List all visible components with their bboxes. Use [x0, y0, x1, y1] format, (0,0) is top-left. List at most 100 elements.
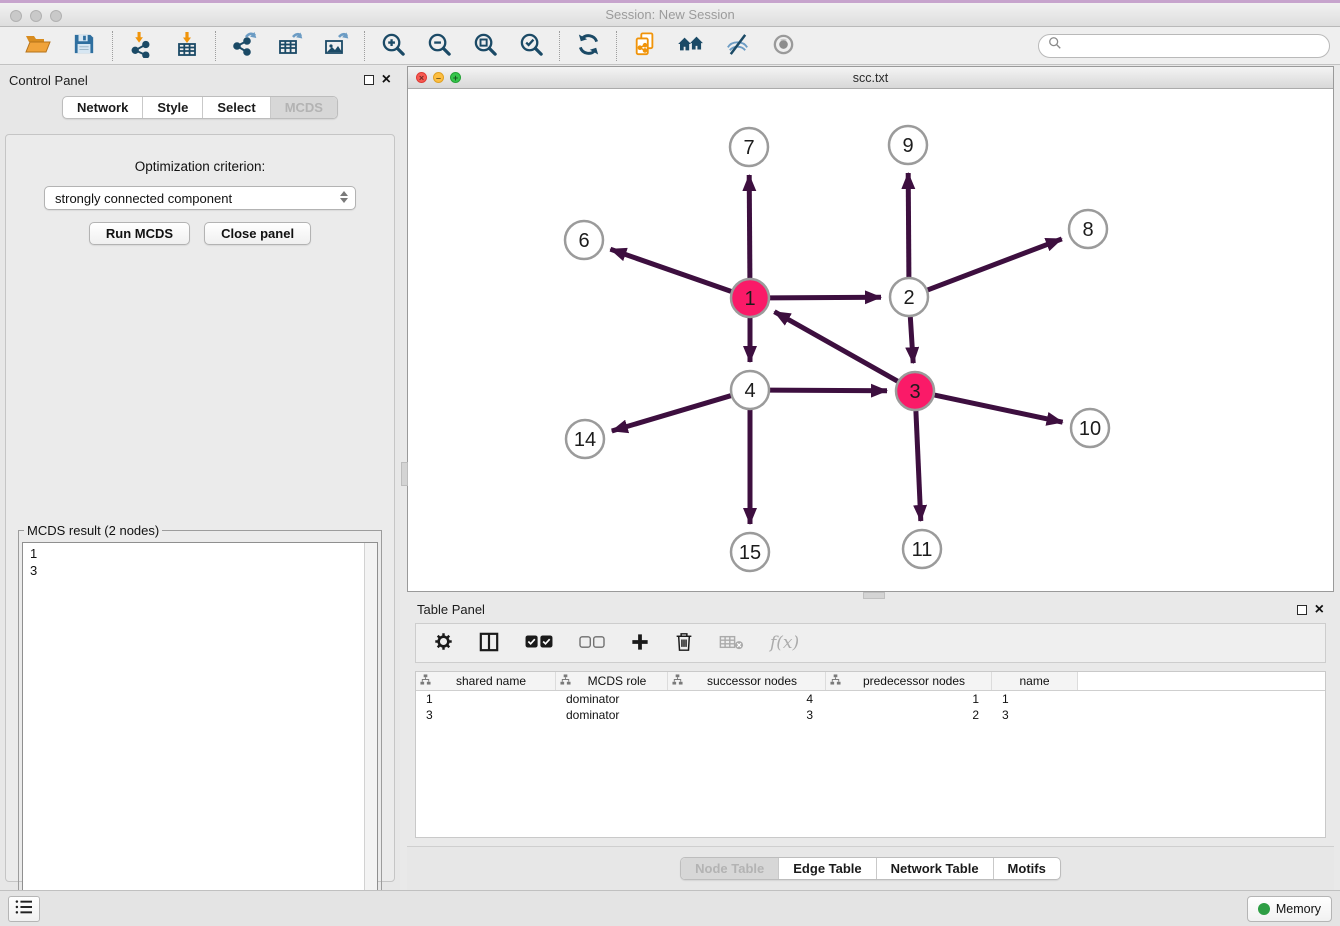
- import-table-button[interactable]: [169, 30, 205, 62]
- task-history-button[interactable]: [8, 896, 40, 922]
- table-body: 1dominator4113dominator323: [416, 691, 1325, 723]
- graph-edge-1-2[interactable]: [770, 297, 881, 298]
- graph-edge-4-3[interactable]: [770, 390, 887, 391]
- window-zoom-icon[interactable]: [50, 10, 62, 22]
- show-all-button[interactable]: [765, 30, 801, 62]
- zoom-in-button[interactable]: [375, 30, 411, 62]
- graph-node-15[interactable]: 15: [731, 533, 769, 571]
- tab-style[interactable]: Style: [142, 97, 202, 118]
- export-network-button[interactable]: [226, 30, 262, 62]
- table-settings-button[interactable]: [434, 632, 453, 654]
- graph-edge-4-14[interactable]: [612, 396, 731, 431]
- window-minimize-icon[interactable]: [30, 10, 42, 22]
- delete-table-icon: [719, 634, 744, 653]
- cell-name[interactable]: 3: [992, 708, 1078, 722]
- graph-node-11[interactable]: 11: [903, 530, 941, 568]
- memory-button[interactable]: Memory: [1247, 896, 1332, 922]
- clone-network-button[interactable]: [627, 30, 663, 62]
- vertical-splitter[interactable]: [400, 66, 407, 890]
- table-panel-float-icon[interactable]: [1297, 605, 1307, 615]
- search-input[interactable]: [1068, 39, 1320, 53]
- graph-node-2[interactable]: 2: [890, 278, 928, 316]
- table-row[interactable]: 3dominator323: [416, 707, 1325, 723]
- window-traffic-lights[interactable]: [10, 10, 62, 22]
- graph-edge-3-10[interactable]: [935, 395, 1063, 422]
- graph-edge-3-1[interactable]: [774, 312, 897, 382]
- cell-predecessor-nodes[interactable]: 1: [826, 692, 992, 706]
- network-graph[interactable]: 1 2 3 4 6 7 8 9 10 11 14 15: [408, 89, 1332, 591]
- mcds-result-box[interactable]: 13: [22, 542, 378, 894]
- graph-node-4[interactable]: 4: [731, 371, 769, 409]
- right-column: × – + scc.txt 12346789101114: [407, 66, 1340, 890]
- tab-node-table[interactable]: Node Table: [681, 858, 778, 879]
- tab-mcds[interactable]: MCDS: [270, 97, 337, 118]
- cell-predecessor-nodes[interactable]: 2: [826, 708, 992, 722]
- table-row[interactable]: 1dominator411: [416, 691, 1325, 707]
- network-canvas[interactable]: 1 2 3 4 6 7 8 9 10 11 14 15: [408, 89, 1333, 591]
- table-toolbar: f(x): [415, 623, 1326, 663]
- mcds-result-group: MCDS result (2 nodes) 13: [18, 523, 382, 899]
- apply-layout-button[interactable]: [570, 30, 606, 62]
- optimization-criterion-select[interactable]: strongly connected component: [44, 186, 356, 210]
- graph-node-1[interactable]: 1: [731, 279, 769, 317]
- function-builder-button: f(x): [770, 633, 799, 653]
- export-table-button[interactable]: [272, 30, 308, 62]
- zoom-out-button[interactable]: [421, 30, 457, 62]
- zoom-fit-button[interactable]: [467, 30, 503, 62]
- column-header-predecessor-nodes[interactable]: predecessor nodes: [826, 672, 992, 690]
- tab-select[interactable]: Select: [202, 97, 269, 118]
- mcds-result-scrollbar[interactable]: [364, 543, 377, 893]
- cell-mcds-role[interactable]: dominator: [556, 708, 668, 722]
- column-visibility-button[interactable]: [479, 632, 499, 655]
- open-session-button[interactable]: [20, 30, 56, 62]
- cell-successor-nodes[interactable]: 3: [668, 708, 826, 722]
- cell-mcds-role[interactable]: dominator: [556, 692, 668, 706]
- table-panel-close-icon[interactable]: ×: [1315, 605, 1324, 615]
- import-network-button[interactable]: [123, 30, 159, 62]
- close-panel-button[interactable]: Close panel: [204, 222, 311, 245]
- graph-node-10[interactable]: 10: [1071, 409, 1109, 447]
- graph-node-6[interactable]: 6: [565, 221, 603, 259]
- deselect-all-rows-button[interactable]: [579, 636, 605, 651]
- cell-successor-nodes[interactable]: 4: [668, 692, 826, 706]
- graph-edge-1-7[interactable]: [749, 175, 750, 278]
- first-neighbors-button[interactable]: [673, 30, 709, 62]
- column-header-mcds-role[interactable]: MCDS role: [556, 672, 668, 690]
- horizontal-splitter[interactable]: [407, 592, 1334, 597]
- graph-node-3[interactable]: 3: [896, 372, 934, 410]
- graph-edge-2-9[interactable]: [908, 173, 909, 277]
- column-header-name[interactable]: name: [992, 672, 1078, 690]
- save-session-button[interactable]: [66, 30, 102, 62]
- tab-motifs[interactable]: Motifs: [993, 858, 1060, 879]
- graph-node-8[interactable]: 8: [1069, 210, 1107, 248]
- cell-shared-name[interactable]: 1: [416, 692, 556, 706]
- graph-edge-2-8[interactable]: [928, 239, 1062, 290]
- delete-column-button[interactable]: [675, 632, 693, 655]
- control-panel-float-icon[interactable]: [364, 75, 374, 85]
- run-mcds-button[interactable]: Run MCDS: [89, 222, 190, 245]
- hide-selected-button[interactable]: [719, 30, 755, 62]
- graph-node-label: 1: [744, 288, 755, 310]
- tab-network-table[interactable]: Network Table: [876, 858, 993, 879]
- add-column-button[interactable]: [631, 633, 649, 654]
- graph-node-9[interactable]: 9: [889, 126, 927, 164]
- graph-edge-3-11[interactable]: [916, 411, 921, 521]
- graph-node-7[interactable]: 7: [730, 128, 768, 166]
- zoom-selected-button[interactable]: [513, 30, 549, 62]
- select-all-rows-button[interactable]: [525, 635, 553, 651]
- graph-node-label: 14: [574, 429, 596, 451]
- column-header-shared-name[interactable]: shared name: [416, 672, 556, 690]
- tab-network[interactable]: Network: [63, 97, 142, 118]
- window-close-icon[interactable]: [10, 10, 22, 22]
- graph-node-14[interactable]: 14: [566, 420, 604, 458]
- graph-edge-1-6[interactable]: [610, 249, 731, 291]
- tab-edge-table[interactable]: Edge Table: [778, 858, 875, 879]
- control-panel-close-icon[interactable]: ×: [382, 75, 391, 85]
- cell-shared-name[interactable]: 3: [416, 708, 556, 722]
- search-box[interactable]: [1038, 34, 1330, 58]
- cell-name[interactable]: 1: [992, 692, 1078, 706]
- column-header-successor-nodes[interactable]: successor nodes: [668, 672, 826, 690]
- node-table[interactable]: shared nameMCDS rolesuccessor nodesprede…: [415, 671, 1326, 838]
- graph-edge-2-3[interactable]: [910, 317, 913, 363]
- export-image-button[interactable]: [318, 30, 354, 62]
